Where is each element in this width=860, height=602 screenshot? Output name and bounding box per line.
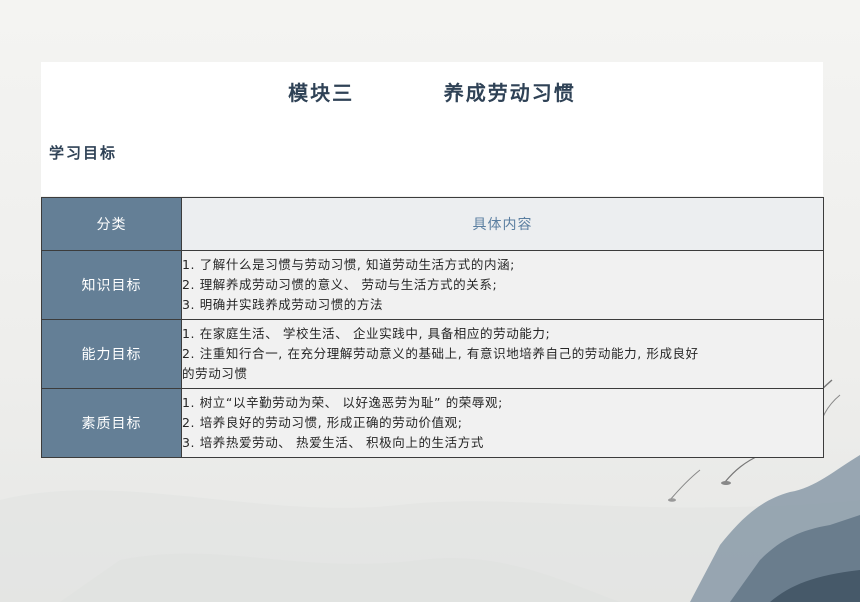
section-subtitle: 学习目标 bbox=[49, 144, 118, 162]
content-line: 1. 了解什么是习惯与劳动习惯, 知道劳动生活方式的内涵; bbox=[182, 257, 515, 272]
row-category-ability: 能力目标 bbox=[41, 319, 182, 389]
row-category-knowledge: 知识目标 bbox=[41, 250, 182, 320]
content-line: 1. 树立“以辛勤劳动为荣、 以好逸恶劳为耻” 的荣辱观; bbox=[182, 395, 503, 410]
header-category: 分类 bbox=[41, 197, 182, 251]
content-line: 3. 培养热爱劳动、 热爱生活、 积极向上的生活方式 bbox=[182, 435, 484, 450]
table-row: 知识目标 1. 了解什么是习惯与劳动习惯, 知道劳动生活方式的内涵; 2. 理解… bbox=[41, 250, 824, 320]
row-category-quality: 素质目标 bbox=[41, 388, 182, 458]
row-content-knowledge: 1. 了解什么是习惯与劳动习惯, 知道劳动生活方式的内涵; 2. 理解养成劳动习… bbox=[181, 250, 824, 320]
content-line: 2. 理解养成劳动习惯的意义、 劳动与生活方式的关系; bbox=[182, 277, 498, 292]
content-line: 3. 明确并实践养成劳动习惯的方法 bbox=[182, 297, 384, 312]
row-content-quality: 1. 树立“以辛勤劳动为荣、 以好逸恶劳为耻” 的荣辱观; 2. 培养良好的劳动… bbox=[181, 388, 824, 458]
learning-goals-table: 分类 具体内容 知识目标 1. 了解什么是习惯与劳动习惯, 知道劳动生活方式的内… bbox=[41, 197, 824, 458]
table-header-row: 分类 具体内容 bbox=[41, 197, 824, 251]
title-card: 模块三 养成劳动习惯 学习目标 bbox=[41, 62, 823, 196]
content-line: 2. 培养良好的劳动习惯, 形成正确的劳动价值观; bbox=[182, 415, 463, 430]
content-line: 2. 注重知行合一, 在充分理解劳动意义的基础上, 有意识地培养自己的劳动能力,… bbox=[182, 346, 699, 361]
content-line: 1. 在家庭生活、 学校生活、 企业实践中, 具备相应的劳动能力; bbox=[182, 326, 551, 341]
header-content: 具体内容 bbox=[181, 197, 824, 251]
row-content-ability: 1. 在家庭生活、 学校生活、 企业实践中, 具备相应的劳动能力; 2. 注重知… bbox=[181, 319, 824, 389]
page-title: 模块三 养成劳动习惯 bbox=[288, 81, 576, 105]
table-row: 素质目标 1. 树立“以辛勤劳动为荣、 以好逸恶劳为耻” 的荣辱观; 2. 培养… bbox=[41, 388, 824, 458]
table-row: 能力目标 1. 在家庭生活、 学校生活、 企业实践中, 具备相应的劳动能力; 2… bbox=[41, 319, 824, 389]
content-line: 的劳动习惯 bbox=[182, 366, 248, 381]
